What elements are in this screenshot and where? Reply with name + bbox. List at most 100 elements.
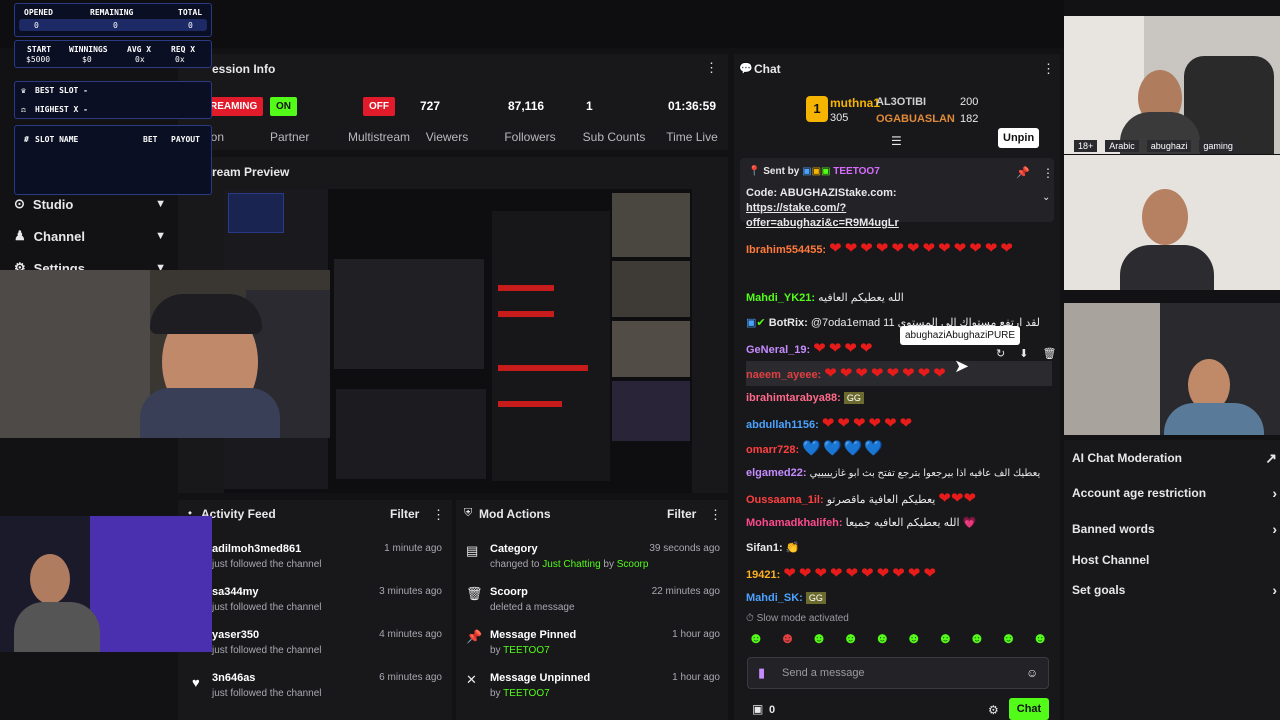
chat-message[interactable]: Mahdi_YK21: الله يعطيكم العافيه bbox=[746, 286, 1052, 311]
emote-icon[interactable]: ☻ bbox=[906, 630, 922, 647]
feed-sub: just followed the channel bbox=[212, 645, 322, 656]
tag-chip[interactable]: Arabic bbox=[1105, 140, 1139, 152]
leader-2-name[interactable]: AL3OTIBI bbox=[876, 96, 926, 108]
mod-sub: by bbox=[490, 645, 504, 656]
more-icon[interactable]: ⋮ bbox=[1042, 166, 1054, 180]
menu-host-channel[interactable]: Host Channel bbox=[1072, 545, 1277, 575]
chat-user[interactable]: elgamed22: bbox=[746, 467, 807, 479]
more-icon[interactable]: ⋮ bbox=[1042, 61, 1055, 77]
emote-icon[interactable]: ☻ bbox=[874, 630, 890, 647]
more-icon[interactable]: ⋮ bbox=[705, 60, 718, 76]
points-icon[interactable]: ▣ bbox=[752, 702, 763, 716]
emote-icon[interactable]: ☻ bbox=[937, 630, 953, 647]
chat-user[interactable]: Ibrahim554455: bbox=[746, 244, 826, 256]
chat-message[interactable]: Sifan1: 👏 bbox=[746, 536, 1052, 561]
leader-3-name[interactable]: OGABUASLAN bbox=[876, 113, 955, 125]
chat-message[interactable]: elgamed22: يعطيك الف عافيه اذا بيرجعوا ب… bbox=[746, 461, 1052, 486]
mod-filter-button[interactable]: Filter bbox=[667, 507, 696, 521]
list-item[interactable]: 🗑 Scoorp deleted a message 22 minutes ago bbox=[466, 580, 720, 623]
emoji-icon[interactable]: ☺ bbox=[1026, 666, 1038, 680]
slow-mode-text: Slow mode activated bbox=[756, 613, 849, 624]
list-item[interactable]: adilmoh3med861 just followed the channel … bbox=[212, 537, 442, 580]
mod-name: Scoorp bbox=[490, 586, 528, 598]
gear-icon[interactable]: ⚙ bbox=[988, 703, 999, 717]
chat-user[interactable]: 19421: bbox=[746, 569, 780, 581]
list-item[interactable]: ▤ Category changed to Just Chatting by S… bbox=[466, 537, 720, 580]
chevron-down-icon[interactable]: ⌄ bbox=[1042, 192, 1050, 203]
pinned-sender[interactable]: TEETOO7 bbox=[833, 166, 880, 177]
list-item[interactable]: sa344my just followed the channel 3 minut… bbox=[212, 580, 442, 623]
mod-sub-link[interactable]: TEETOO7 bbox=[503, 645, 550, 656]
activity-filter-button[interactable]: Filter bbox=[390, 507, 419, 521]
feed-sub: just followed the channel bbox=[212, 688, 322, 699]
menu-banned-words[interactable]: Banned words › bbox=[1072, 514, 1277, 544]
mod-sub-link[interactable]: Scoorp bbox=[617, 559, 649, 570]
chat-message[interactable]: abdullah1156: ❤❤❤❤❤❤ bbox=[746, 411, 1052, 436]
chat-message[interactable]: Ibrahim554455: ❤❤❤❤❤❤❤❤❤❤❤❤ bbox=[746, 236, 1052, 286]
chat-message[interactable]: Mohamadkhalifeh: الله يعطيكم العافيه جمي… bbox=[746, 511, 1052, 536]
chat-send-button[interactable]: Chat bbox=[1009, 698, 1049, 720]
mod-sub-link[interactable]: Just Chatting bbox=[542, 559, 600, 570]
chat-user[interactable]: GeNeral_19: bbox=[746, 344, 810, 356]
reply-icon[interactable]: ↻ bbox=[996, 347, 1005, 360]
chat-user[interactable]: Sifan1: bbox=[746, 542, 783, 554]
chat-user[interactable]: Mohamadkhalifeh: bbox=[746, 517, 843, 529]
pinned-message[interactable]: 📍 Sent by ▣▣▣ TEETOO7 Code: ABUGHAZIStak… bbox=[740, 158, 1054, 229]
shield-icon: ⛨ bbox=[464, 507, 473, 519]
more-icon[interactable]: ⋮ bbox=[709, 507, 722, 523]
mod-sub-link[interactable]: TEETOO7 bbox=[503, 688, 550, 699]
chat-message[interactable]: Mahdi_SK: GG bbox=[746, 586, 1052, 611]
pin-icon[interactable]: 📌 bbox=[1016, 166, 1030, 179]
list-item[interactable]: ✕ Message Unpinned by TEETOO7 1 hour ago bbox=[466, 666, 720, 709]
tag-chip[interactable]: abughazi bbox=[1146, 140, 1192, 152]
tag-chip[interactable]: 18+ bbox=[1074, 140, 1098, 152]
mic-icon: ▮ bbox=[758, 665, 766, 680]
pinned-link[interactable]: https://stake.com/?offer=abughazi&c=R9M4… bbox=[746, 202, 899, 229]
nav-channel[interactable]: ♟ Channel ▼ bbox=[14, 223, 166, 249]
chat-user[interactable]: BotRix: bbox=[769, 317, 808, 329]
emote-icon[interactable]: ☻ bbox=[748, 630, 764, 647]
chat-message[interactable]: Oussaama_1il: يعطيكم العافية ماقصرتو ❤❤❤ bbox=[746, 486, 1052, 511]
chat-user[interactable]: Mahdi_YK21: bbox=[746, 292, 815, 304]
feed-sub: just followed the channel bbox=[212, 559, 322, 570]
chat-message[interactable]: 19421: ❤❤❤❤❤❤❤❤❤❤ bbox=[746, 561, 1052, 586]
emote-icon[interactable]: ☻ bbox=[843, 630, 859, 647]
chat-user[interactable]: ibrahimtarabya88: bbox=[746, 392, 841, 404]
list-item[interactable]: 3n646as just followed the channel 6 minut… bbox=[212, 666, 442, 709]
chat-user[interactable]: abdullah1156: bbox=[746, 419, 819, 431]
studio-icon: ⊙ bbox=[14, 196, 25, 211]
emote-icon[interactable]: ☻ bbox=[1001, 630, 1017, 647]
pin-icon[interactable]: ⬇ bbox=[1019, 347, 1028, 360]
emote-icon[interactable]: ☻ bbox=[969, 630, 985, 647]
emote-bar[interactable]: ☻ ☻ ☻ ☻ ☻ ☻ ☻ ☻ ☻ ☻ bbox=[748, 630, 1048, 647]
remaining-label: REMAINING bbox=[90, 8, 134, 17]
menu-ai-moderation[interactable]: AI Chat Moderation ↗ bbox=[1072, 443, 1277, 473]
more-icon[interactable]: ⋮ bbox=[432, 507, 445, 523]
chevron-right-icon: › bbox=[1272, 485, 1277, 501]
unpin-tooltip: Unpin bbox=[998, 128, 1040, 148]
menu-account-age[interactable]: Account age restriction › bbox=[1072, 478, 1277, 508]
points-count: 0 bbox=[769, 704, 776, 716]
emote-icon[interactable]: ☻ bbox=[780, 630, 796, 647]
chevron-down-icon: ▼ bbox=[155, 198, 166, 210]
multistream-badge[interactable]: OFF bbox=[363, 96, 395, 116]
chat-message[interactable]: ibrahimtarabya88: GG bbox=[746, 386, 1052, 411]
menu-set-goals[interactable]: Set goals › bbox=[1072, 575, 1277, 605]
external-link-icon: ↗ bbox=[1265, 449, 1277, 466]
list-item[interactable]: 📌 Message Pinned by TEETOO7 1 hour ago bbox=[466, 623, 720, 666]
chat-input[interactable]: ▮ Send a message ☺ bbox=[747, 657, 1049, 689]
tag-chip[interactable]: gaming bbox=[1199, 140, 1237, 152]
chat-message[interactable]: omarr728: 💙💙💙💙 bbox=[746, 436, 1052, 461]
chat-message[interactable]: naeem_ayeee: ❤❤❤❤❤❤❤❤ bbox=[746, 361, 1052, 386]
emote-icon[interactable]: ☻ bbox=[811, 630, 827, 647]
partner-badge[interactable]: ON bbox=[270, 96, 297, 116]
trash-icon[interactable]: 🗑 bbox=[1042, 347, 1056, 360]
chat-user[interactable]: Oussaama_1il: bbox=[746, 494, 824, 506]
chat-user[interactable]: Mahdi_SK: bbox=[746, 592, 803, 604]
leader-1-name[interactable]: muthna1 bbox=[830, 96, 880, 110]
emote-icon[interactable]: ☻ bbox=[1032, 630, 1048, 647]
drag-handle-icon[interactable]: ☰ bbox=[891, 134, 902, 148]
chat-user[interactable]: omarr728: bbox=[746, 444, 799, 456]
list-item[interactable]: yaser350 just followed the channel 4 minu… bbox=[212, 623, 442, 666]
chat-user[interactable]: naeem_ayeee: bbox=[746, 369, 821, 381]
